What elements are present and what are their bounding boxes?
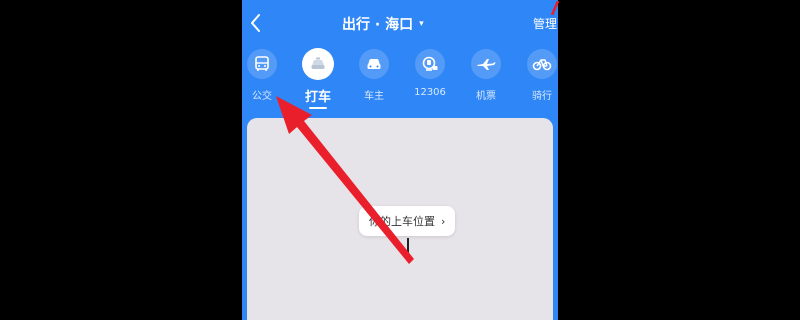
map-panel[interactable]: 你的上车位置 › — [247, 118, 553, 320]
bike-icon — [527, 49, 557, 79]
bus-icon — [247, 49, 277, 79]
tab-taxi[interactable]: 打车 — [294, 46, 342, 110]
tab-label: 打车 — [304, 90, 331, 105]
tab-bus[interactable]: 公交 — [242, 46, 286, 110]
caret-down-icon: ▾ — [419, 19, 424, 29]
tab-cycling[interactable]: 骑行 — [518, 46, 558, 110]
page-title: 出行 · 海口 — [342, 17, 414, 33]
manage-button[interactable]: 管理 — [533, 15, 557, 32]
tab-label: 骑行 — [532, 91, 552, 102]
tab-label: 公交 — [252, 91, 272, 102]
annotation-mark — [550, 0, 560, 16]
tab-label: 车主 — [364, 91, 384, 102]
app-screen: 出行 · 海口 ▾ 管理 公交 打车 车主 12306 机票 骑行 你的上车位置… — [242, 0, 558, 320]
tab-label: 机票 — [476, 91, 496, 102]
active-tab-indicator — [309, 107, 327, 109]
chevron-left-icon — [251, 14, 260, 32]
chevron-right-icon: › — [441, 214, 446, 228]
city-selector[interactable]: 出行 · 海口 ▾ — [342, 13, 424, 35]
tab-car-owner[interactable]: 车主 — [350, 46, 398, 110]
screenshot-stage: 出行 · 海口 ▾ 管理 公交 打车 车主 12306 机票 骑行 你的上车位置… — [0, 0, 800, 320]
tab-label: 12306 — [414, 87, 446, 98]
tab-flights[interactable]: 机票 — [462, 46, 510, 110]
transport-tabs: 公交 打车 车主 12306 机票 骑行 — [242, 46, 558, 110]
back-button[interactable] — [248, 12, 270, 36]
train-icon — [415, 49, 445, 79]
location-pin — [407, 238, 409, 258]
car-icon — [359, 49, 389, 79]
tab-12306[interactable]: 12306 — [406, 46, 454, 110]
pickup-location-button[interactable]: 你的上车位置 › — [359, 206, 456, 236]
plane-icon — [471, 49, 501, 79]
pickup-location-label: 你的上车位置 — [369, 215, 435, 228]
taxi-icon — [302, 48, 334, 80]
